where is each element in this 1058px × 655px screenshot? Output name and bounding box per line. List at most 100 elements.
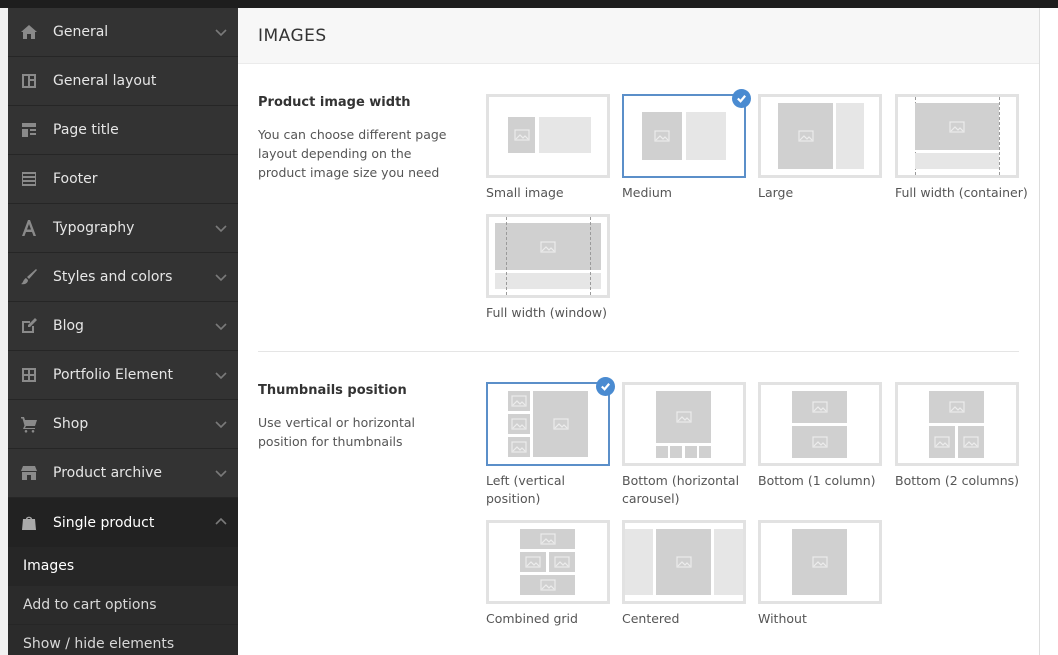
sidebar-item-product-archive[interactable]: Product archive (8, 449, 238, 498)
sidebar-item-styles-colors[interactable]: Styles and colors (8, 253, 238, 302)
sidebar-item-portfolio[interactable]: Portfolio Element (8, 351, 238, 400)
image-placeholder-icon (508, 117, 535, 153)
sidebar-item-label: Portfolio Element (53, 367, 174, 383)
chevron-down-icon (214, 319, 228, 333)
option-thumbs-bottom-1-column[interactable]: Bottom (1 column) (758, 382, 882, 490)
image-placeholder-icon (520, 575, 575, 595)
sidebar-subitem-add-to-cart[interactable]: Add to cart options (8, 586, 238, 625)
option-preview (486, 94, 610, 178)
option-large[interactable]: Large (758, 94, 882, 202)
image-placeholder-icon (929, 426, 955, 458)
option-preview (895, 94, 1019, 178)
sidebar-item-label: Blog (53, 318, 84, 334)
option-label: Combined grid (486, 611, 578, 626)
image-placeholder-icon (508, 437, 530, 457)
option-thumbs-centered[interactable]: Centered (622, 520, 746, 628)
cart-icon (20, 415, 38, 433)
option-thumbs-combined-grid[interactable]: Combined grid (486, 520, 610, 628)
sidebar-item-general-layout[interactable]: General layout (8, 57, 238, 106)
sidebar-item-label: Styles and colors (53, 269, 173, 285)
option-label: Without (758, 611, 807, 626)
option-preview (622, 89, 751, 178)
scrollbar[interactable] (1039, 8, 1058, 655)
section-title-image-width: Product image width (258, 95, 411, 110)
selected-check-icon (596, 377, 615, 396)
option-preview (758, 382, 882, 466)
sidebar-item-general[interactable]: General (8, 8, 238, 57)
image-placeholder-icon (792, 529, 847, 595)
footer-icon (20, 170, 38, 188)
panel-header: IMAGES (238, 8, 1039, 64)
image-placeholder-icon (958, 426, 984, 458)
sidebar-subitem-show-hide[interactable]: Show / hide elements (8, 625, 238, 655)
image-placeholder-icon (642, 112, 682, 160)
option-label: Full width (container) (895, 185, 1028, 200)
sidebar-item-label: Footer (53, 171, 98, 187)
sidebar-item-typography[interactable]: Typography (8, 204, 238, 253)
option-label: Bottom (1 column) (758, 473, 876, 488)
image-placeholder-icon (520, 529, 575, 549)
sidebar-item-footer[interactable]: Footer (8, 155, 238, 204)
option-label: Bottom (2 columns) (895, 473, 1020, 488)
option-label: Large (758, 185, 794, 200)
sidebar-item-label: Page title (53, 122, 119, 138)
chevron-down-icon (214, 221, 228, 235)
option-preview (622, 382, 746, 466)
option-preview (622, 520, 746, 604)
section-desc-image-width: You can choose different page layout dep… (258, 127, 447, 180)
image-placeholder-icon (508, 414, 530, 434)
selected-check-icon (732, 89, 751, 108)
option-label: Small image (486, 185, 564, 200)
option-preview (895, 382, 1019, 466)
image-placeholder-icon (549, 552, 575, 572)
option-preview (486, 214, 610, 298)
option-full-width-container[interactable]: Full width (container) (895, 94, 1028, 202)
option-label: Left (vertical position) (486, 473, 565, 506)
option-thumbs-bottom-carousel[interactable]: Bottom (horizontal carousel) (622, 382, 746, 508)
option-thumbs-without[interactable]: Without (758, 520, 882, 628)
image-placeholder-icon (792, 426, 847, 458)
image-placeholder-icon (778, 103, 833, 169)
section-divider (258, 351, 1019, 352)
option-label: Centered (622, 611, 680, 626)
sidebar-item-shop[interactable]: Shop (8, 400, 238, 449)
section-desc-thumbnails: Use vertical or horizontal position for … (258, 415, 416, 449)
option-medium[interactable]: Medium (622, 89, 751, 202)
blog-icon (20, 317, 38, 335)
option-label: Medium (622, 185, 672, 200)
option-preview (486, 377, 615, 466)
option-preview (758, 520, 882, 604)
bag-icon (20, 514, 38, 532)
chevron-down-icon (214, 417, 228, 431)
chevron-down-icon (214, 25, 228, 39)
store-icon (20, 464, 38, 482)
sidebar-item-page-title[interactable]: Page title (8, 106, 238, 155)
chevron-up-icon (214, 515, 228, 529)
sidebar-item-blog[interactable]: Blog (8, 302, 238, 351)
image-placeholder-icon (533, 391, 588, 457)
typography-icon (20, 219, 38, 237)
grid-icon (20, 366, 38, 384)
sidebar-item-label: Typography (53, 220, 135, 236)
chevron-down-icon (214, 466, 228, 480)
image-placeholder-icon (508, 391, 530, 411)
section-title-thumbnails: Thumbnails position (258, 383, 407, 398)
option-preview (758, 94, 882, 178)
option-label: Full width (window) (486, 305, 607, 320)
sidebar-item-label: Single product (53, 514, 155, 531)
sidebar-item-single-product[interactable]: Single product (8, 498, 238, 547)
image-placeholder-icon (495, 223, 601, 270)
home-icon (20, 23, 38, 41)
option-thumbs-left[interactable]: Left (vertical position) (486, 377, 615, 508)
option-full-width-window[interactable]: Full width (window) (486, 214, 610, 322)
chevron-down-icon (214, 270, 228, 284)
main-panel: IMAGES Product image width You can choos… (238, 8, 1039, 655)
page-title: IMAGES (258, 25, 327, 46)
sidebar: General General layout Page title Footer… (8, 8, 238, 655)
option-thumbs-bottom-2-columns[interactable]: Bottom (2 columns) (895, 382, 1019, 490)
brush-icon (20, 268, 38, 286)
image-placeholder-icon (520, 552, 546, 572)
sidebar-item-label: General (53, 24, 109, 40)
option-small-image[interactable]: Small image (486, 94, 610, 202)
sidebar-subitem-images[interactable]: Images (8, 547, 238, 586)
